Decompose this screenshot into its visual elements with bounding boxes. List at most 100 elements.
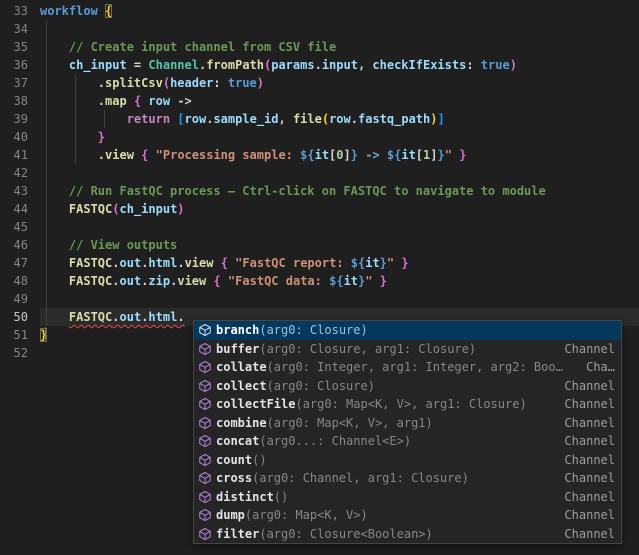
code-token: . <box>40 76 105 90</box>
code-token: file <box>293 112 322 126</box>
code-token: ${ <box>387 148 401 162</box>
line-number[interactable]: 41 <box>0 146 40 164</box>
method-icon <box>197 452 213 468</box>
code-token: // Run FastQC process — Ctrl-click on FA… <box>40 184 546 198</box>
suggestion-item-distinct[interactable]: distinct()Channel <box>194 488 621 507</box>
line-number[interactable]: 40 <box>0 128 40 146</box>
line-number[interactable]: 49 <box>0 290 40 308</box>
code-line[interactable]: 46 // View outputs <box>0 236 639 254</box>
code-token: . <box>40 94 105 108</box>
code-line-text: .map { row -> <box>40 92 639 110</box>
code-token: . <box>40 148 105 162</box>
suggestion-item-cross[interactable]: cross(arg0: Channel, arg1: Closure)Chann… <box>194 469 621 488</box>
code-token: ) <box>510 58 517 72</box>
line-number[interactable]: 38 <box>0 92 40 110</box>
suggestion-signature: () <box>252 453 266 467</box>
code-line[interactable]: 44 FASTQC(ch_input) <box>0 200 639 218</box>
suggestion-item-dump[interactable]: dump(arg0: Map<K, V>)Channel <box>194 506 621 525</box>
code-token: ] <box>430 148 437 162</box>
code-token: "Processing sample: <box>156 148 301 162</box>
code-line[interactable]: 45 <box>0 218 639 236</box>
method-icon <box>197 526 213 542</box>
code-token: : <box>213 76 227 90</box>
suggestion-name: branch <box>216 323 259 337</box>
code-token: ( <box>163 76 170 90</box>
code-token <box>40 130 98 144</box>
code-token: ( <box>322 112 329 126</box>
code-line[interactable]: 35 // Create input channel from CSV file <box>0 38 639 56</box>
suggestion-item-collectFile[interactable]: collectFile(arg0: Map<K, V>, arg1: Closu… <box>194 395 621 414</box>
line-number[interactable]: 51 <box>0 326 40 344</box>
suggestion-item-count[interactable]: count()Channel <box>194 451 621 470</box>
code-token: view <box>185 256 214 270</box>
line-number[interactable]: 48 <box>0 272 40 290</box>
line-number[interactable]: 42 <box>0 164 40 182</box>
code-token: it <box>344 274 358 288</box>
code-token <box>40 310 69 324</box>
suggestion-return-type: Channel <box>554 342 615 356</box>
code-token: . <box>177 310 184 324</box>
code-line-text <box>40 164 639 182</box>
code-line-text: .splitCsv(header: true) <box>40 74 639 92</box>
suggestion-return-type: Channel <box>554 508 615 522</box>
code-line[interactable]: 33workflow { <box>0 2 639 20</box>
line-number[interactable]: 35 <box>0 38 40 56</box>
code-line[interactable]: 40 } <box>0 128 639 146</box>
suggestion-signature: (arg0: Closure) <box>267 379 375 393</box>
code-line[interactable]: 43 // Run FastQC process — Ctrl-click on… <box>0 182 639 200</box>
code-line[interactable]: 42 <box>0 164 639 182</box>
line-number[interactable]: 50 <box>0 308 40 326</box>
suggestion-item-buffer[interactable]: buffer(arg0: Closure, arg1: Closure)Chan… <box>194 340 621 359</box>
code-token: FASTQC <box>69 256 112 270</box>
line-number[interactable]: 52 <box>0 344 40 362</box>
suggestion-item-branch[interactable]: branch(arg0: Closure) <box>194 321 621 340</box>
code-token: FASTQC <box>69 310 112 324</box>
suggestion-signature: (arg0: Closure) <box>259 323 367 337</box>
code-token: " <box>445 148 452 162</box>
line-number[interactable]: 46 <box>0 236 40 254</box>
suggestion-item-combine[interactable]: combine(arg0: Map<K, V>, arg1)Channel <box>194 414 621 433</box>
line-number[interactable]: 37 <box>0 74 40 92</box>
code-token: zip <box>148 274 170 288</box>
code-line[interactable]: 47 FASTQC.out.html.view { "FastQC report… <box>0 254 639 272</box>
code-line[interactable]: 49 <box>0 290 639 308</box>
code-line[interactable]: 48 FASTQC.out.zip.view { "FastQC data: $… <box>0 272 639 290</box>
suggestion-return-type: Channel <box>554 527 615 541</box>
line-number[interactable]: 39 <box>0 110 40 128</box>
indent-guide <box>104 110 105 128</box>
code-token: html <box>148 256 177 270</box>
line-number[interactable]: 44 <box>0 200 40 218</box>
method-icon <box>197 359 213 375</box>
code-token: map <box>105 94 127 108</box>
code-line[interactable]: 38 .map { row -> <box>0 92 639 110</box>
code-line[interactable]: 34 <box>0 20 639 38</box>
code-line[interactable]: 37 .splitCsv(header: true) <box>0 74 639 92</box>
code-line-text: FASTQC(ch_input) <box>40 200 639 218</box>
code-line-text: FASTQC.out.html.view { "FastQC report: $… <box>40 254 639 272</box>
code-token: } <box>351 148 358 162</box>
indent-guide-bracket-stub <box>45 327 46 340</box>
code-line[interactable]: 41 .view { "Processing sample: ${it[0]} … <box>0 146 639 164</box>
code-token: it <box>365 256 379 270</box>
suggestion-item-collate[interactable]: collate(arg0: Integer, arg1: Integer, ar… <box>194 358 621 377</box>
code-token: // Create input channel from CSV file <box>40 40 336 54</box>
suggestion-item-collect[interactable]: collect(arg0: Closure)Channel <box>194 377 621 396</box>
code-line[interactable]: 36 ch_input = Channel.fromPath(params.in… <box>0 56 639 74</box>
suggestion-item-filter[interactable]: filter(arg0: Closure<Boolean>)Channel <box>194 525 621 544</box>
code-token: row <box>185 112 207 126</box>
line-number[interactable]: 43 <box>0 182 40 200</box>
suggestion-name: concat <box>216 434 259 448</box>
suggestion-name: combine <box>216 416 267 430</box>
code-editor-window: { "palette": { "background": "#1f1f1f", … <box>0 0 639 555</box>
code-token <box>213 256 220 270</box>
line-number[interactable]: 34 <box>0 20 40 38</box>
code-line[interactable]: 39 return [row.sample_id, file(row.fastq… <box>0 110 639 128</box>
line-number[interactable]: 47 <box>0 254 40 272</box>
code-token: header <box>170 76 213 90</box>
code-token: 0 <box>336 148 343 162</box>
suggestion-item-concat[interactable]: concat(arg0...: Channel<E>)Channel <box>194 432 621 451</box>
line-number[interactable]: 45 <box>0 218 40 236</box>
code-token: } <box>380 274 387 288</box>
line-number[interactable]: 33 <box>0 2 40 20</box>
line-number[interactable]: 36 <box>0 56 40 74</box>
